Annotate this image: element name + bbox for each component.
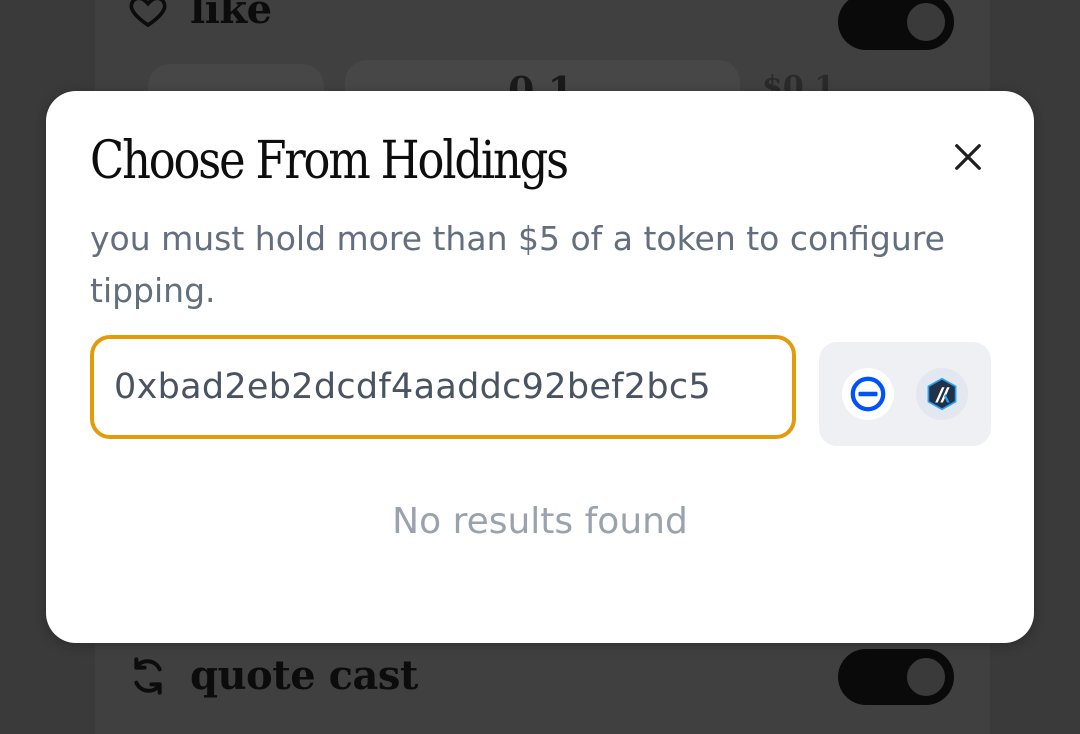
chain-selector xyxy=(819,342,991,446)
arbitrum-chain-button[interactable] xyxy=(916,368,969,420)
quote-cast-toggle[interactable] xyxy=(838,649,954,705)
token-address-input[interactable] xyxy=(90,335,796,439)
close-button[interactable] xyxy=(944,133,992,181)
bg-like-row: like xyxy=(128,0,272,33)
bg-quote-cast-label: quote cast xyxy=(190,652,418,699)
base-chain-icon xyxy=(850,376,885,412)
no-results-message: No results found xyxy=(392,501,688,542)
arbitrum-chain-icon xyxy=(927,377,957,411)
refresh-icon xyxy=(134,656,162,695)
modal-title: Choose From Holdings xyxy=(90,131,569,191)
close-icon xyxy=(955,144,981,170)
heart-icon xyxy=(129,0,167,27)
base-chain-button[interactable] xyxy=(841,368,894,420)
bg-quote-cast-row: quote cast xyxy=(128,652,418,699)
modal-description: you must hold more than $5 of a token to… xyxy=(90,219,945,310)
bg-like-label: like xyxy=(190,0,272,33)
choose-holdings-modal: Choose From Holdings you must hold more … xyxy=(46,91,1034,643)
like-toggle[interactable] xyxy=(838,0,954,50)
